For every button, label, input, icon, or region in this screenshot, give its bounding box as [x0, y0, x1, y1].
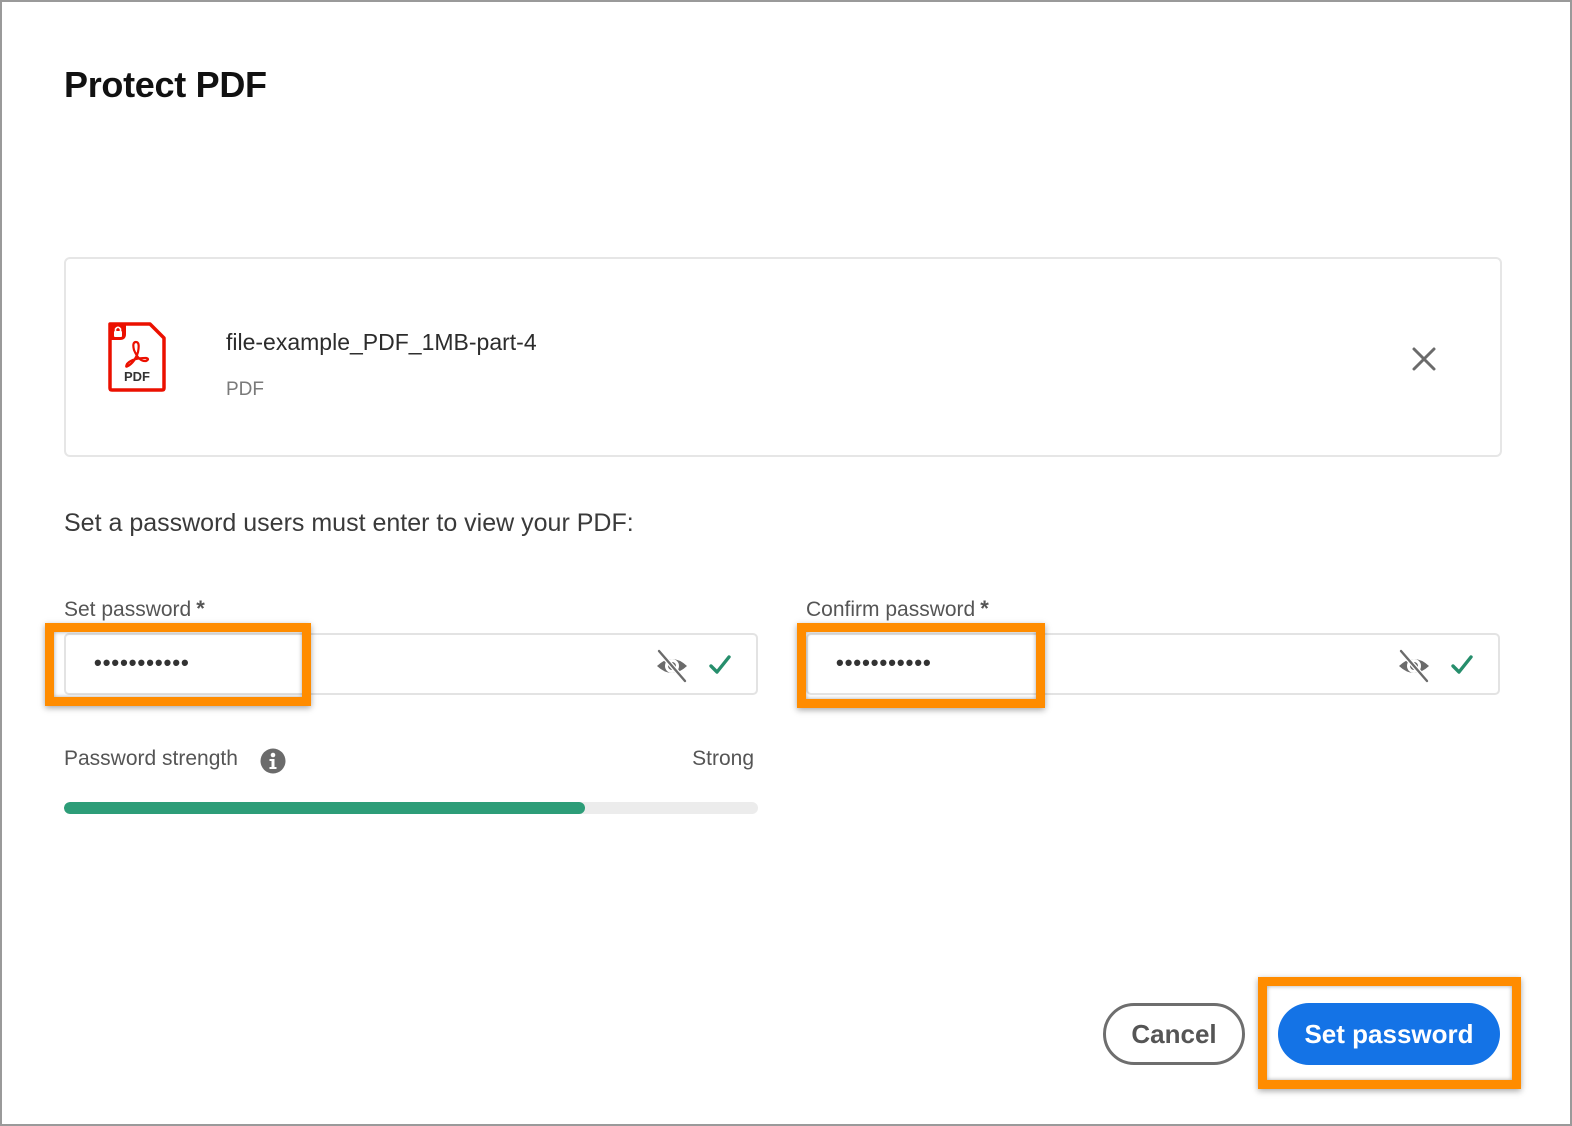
- password-strength-fill: [64, 802, 585, 814]
- confirm-password-input[interactable]: [834, 649, 1038, 677]
- remove-file-button[interactable]: [1406, 341, 1442, 377]
- required-marker: *: [980, 596, 989, 621]
- protect-pdf-dialog: Protect PDF PDF file-example_PDF_1MB-par…: [0, 0, 1572, 1126]
- set-password-field[interactable]: [64, 633, 758, 695]
- checkmark-icon: [1451, 655, 1473, 674]
- dialog-title: Protect PDF: [64, 64, 267, 105]
- file-card: PDF file-example_PDF_1MB-part-4 PDF: [64, 257, 1502, 457]
- cancel-button[interactable]: Cancel: [1103, 1003, 1245, 1065]
- confirm-password-field[interactable]: [806, 633, 1500, 695]
- close-icon: [1412, 347, 1436, 371]
- eye-slash-icon[interactable]: [654, 649, 690, 683]
- password-strength-label: Password strength: [64, 747, 238, 770]
- pdf-icon-label: PDF: [124, 369, 150, 384]
- confirm-password-label-text: Confirm password: [806, 598, 976, 621]
- instruction-text: Set a password users must enter to view …: [64, 509, 634, 537]
- password-strength-meter: [64, 802, 758, 814]
- pdf-lock-icon: PDF: [108, 322, 166, 392]
- required-marker: *: [196, 596, 205, 621]
- confirm-password-label: Confirm password *: [806, 596, 989, 622]
- set-password-label: Set password *: [64, 596, 205, 622]
- file-name: file-example_PDF_1MB-part-4: [226, 329, 537, 355]
- eye-slash-icon[interactable]: [1396, 649, 1432, 683]
- password-strength-value: Strong: [692, 747, 754, 770]
- checkmark-icon: [709, 655, 731, 674]
- file-type: PDF: [226, 379, 264, 400]
- set-password-button[interactable]: Set password: [1278, 1003, 1500, 1065]
- set-password-label-text: Set password: [64, 598, 192, 621]
- set-password-input[interactable]: [92, 649, 296, 677]
- info-icon[interactable]: [260, 748, 286, 774]
